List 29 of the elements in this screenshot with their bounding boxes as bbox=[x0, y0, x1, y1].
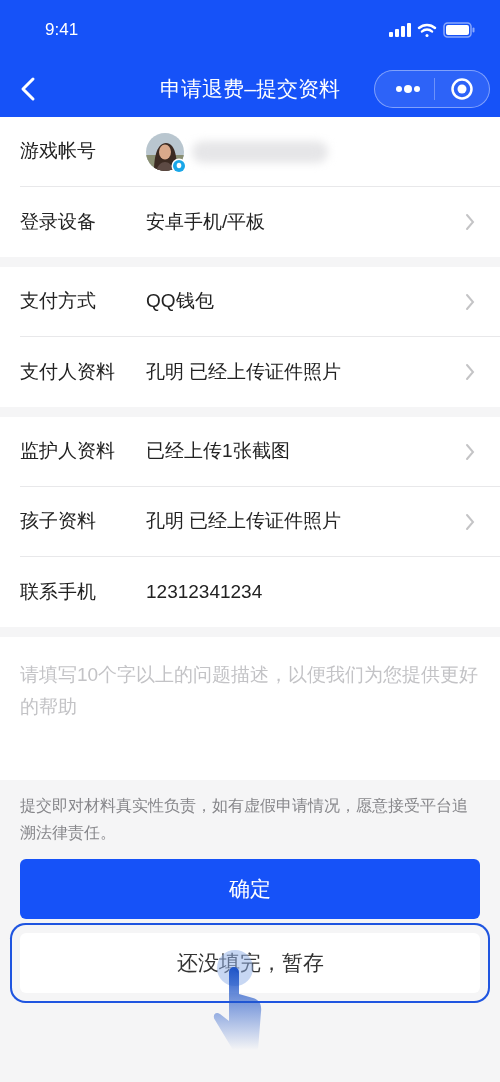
wifi-icon bbox=[417, 22, 437, 38]
field-value: 孔明 已经上传证件照片 bbox=[146, 359, 343, 384]
more-icon[interactable] bbox=[395, 85, 421, 93]
chevron-right-icon bbox=[465, 213, 475, 231]
field-value: 12312341234 bbox=[146, 579, 264, 604]
field-label: 游戏帐号 bbox=[20, 139, 97, 164]
field-label: 联系手机 bbox=[20, 579, 97, 604]
description-field[interactable]: 请填写10个字以上的问题描述，以便我们为您提供更好的帮助 bbox=[0, 637, 500, 780]
field-label: 孩子资料 bbox=[20, 509, 97, 534]
field-value: QQ钱包 bbox=[146, 289, 215, 314]
badge-icon bbox=[171, 157, 187, 174]
close-icon[interactable] bbox=[450, 77, 474, 101]
chevron-right-icon bbox=[465, 442, 475, 461]
field-label: 登录设备 bbox=[20, 209, 97, 234]
field-label: 监护人资料 bbox=[20, 439, 116, 464]
field-label: 支付人资料 bbox=[20, 359, 116, 384]
chevron-right-icon bbox=[465, 363, 475, 381]
chevron-right-icon bbox=[465, 512, 475, 531]
status-time: 9:41 bbox=[45, 19, 79, 42]
field-value: 孔明 已经上传证件照片 bbox=[146, 509, 343, 534]
confirm-button[interactable]: 确定 bbox=[20, 859, 480, 919]
field-value: 已经上传1张截图 bbox=[146, 439, 291, 464]
battery-icon bbox=[443, 22, 475, 38]
signal-icon bbox=[389, 23, 411, 37]
disclaimer-text: 提交即对材料真实性负责，如有虚假申请情况，愿意接受平台追溯法律责任。 bbox=[19, 796, 469, 843]
page-title: 申请退费–提交资料 bbox=[160, 75, 340, 102]
field-label: 支付方式 bbox=[20, 289, 97, 314]
chevron-right-icon bbox=[465, 292, 475, 311]
field-value: 安卓手机/平板 bbox=[146, 209, 267, 234]
